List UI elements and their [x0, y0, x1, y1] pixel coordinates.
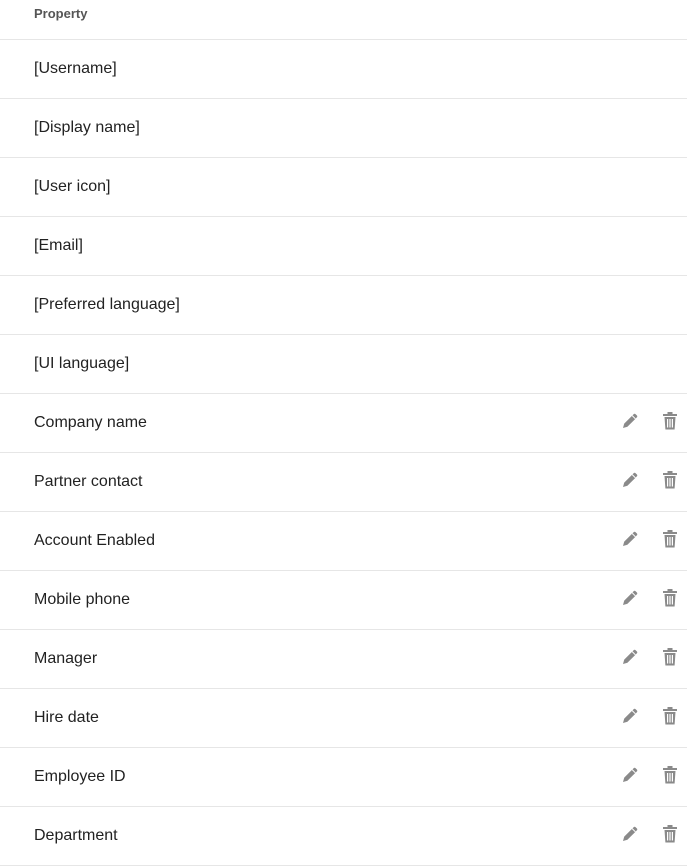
- row-actions: [617, 748, 687, 806]
- pencil-icon: [620, 765, 640, 790]
- delete-button[interactable]: [657, 823, 683, 849]
- table-row: [Display name]: [0, 99, 687, 158]
- pencil-icon: [620, 411, 640, 436]
- property-label: [User icon]: [34, 178, 111, 195]
- trash-icon: [661, 588, 679, 613]
- property-label: [Email]: [34, 237, 83, 254]
- table-row: [Preferred language]: [0, 276, 687, 335]
- table-row: Partner contact: [0, 453, 687, 512]
- table-row: Account Enabled: [0, 512, 687, 571]
- pencil-icon: [620, 588, 640, 613]
- table-row: Manager: [0, 630, 687, 689]
- property-table: Property [Username] [Display name] [User i…: [0, 0, 687, 866]
- property-column-header: Property: [34, 6, 88, 21]
- row-actions: [617, 512, 687, 570]
- pencil-icon: [620, 706, 640, 731]
- delete-button[interactable]: [657, 646, 683, 672]
- table-row: [Username]: [0, 40, 687, 99]
- property-list: [Username] [Display name] [User icon] [Emai…: [0, 40, 687, 866]
- property-label: Partner contact: [34, 473, 143, 490]
- edit-button[interactable]: [617, 764, 643, 790]
- trash-icon: [661, 470, 679, 495]
- property-label: [Username]: [34, 60, 117, 77]
- row-actions: [617, 571, 687, 629]
- property-label: Company name: [34, 414, 147, 431]
- trash-icon: [661, 647, 679, 672]
- property-label: [Preferred language]: [34, 296, 180, 313]
- edit-button[interactable]: [617, 410, 643, 436]
- table-row: [UI language]: [0, 335, 687, 394]
- property-label: Hire date: [34, 709, 99, 726]
- property-label: Employee ID: [34, 768, 126, 785]
- edit-button[interactable]: [617, 528, 643, 554]
- edit-button[interactable]: [617, 823, 643, 849]
- edit-button[interactable]: [617, 469, 643, 495]
- table-row: Employee ID: [0, 748, 687, 807]
- table-row: [Email]: [0, 217, 687, 276]
- table-row: Company name: [0, 394, 687, 453]
- trash-icon: [661, 529, 679, 554]
- pencil-icon: [620, 824, 640, 849]
- edit-button[interactable]: [617, 705, 643, 731]
- property-label: Mobile phone: [34, 591, 131, 608]
- property-label: [UI language]: [34, 355, 130, 372]
- pencil-icon: [620, 647, 640, 672]
- property-label: [Display name]: [34, 119, 140, 136]
- table-header: Property: [0, 0, 687, 40]
- delete-button[interactable]: [657, 705, 683, 731]
- table-row: Hire date: [0, 689, 687, 748]
- delete-button[interactable]: [657, 764, 683, 790]
- property-label: Manager: [34, 650, 98, 667]
- table-row: Department: [0, 807, 687, 866]
- edit-button[interactable]: [617, 587, 643, 613]
- property-label: Department: [34, 827, 118, 844]
- row-actions: [617, 453, 687, 511]
- property-label: Account Enabled: [34, 532, 155, 549]
- delete-button[interactable]: [657, 469, 683, 495]
- edit-button[interactable]: [617, 646, 643, 672]
- table-row: [User icon]: [0, 158, 687, 217]
- delete-button[interactable]: [657, 587, 683, 613]
- row-actions: [617, 394, 687, 452]
- row-actions: [617, 630, 687, 688]
- row-actions: [617, 689, 687, 747]
- delete-button[interactable]: [657, 410, 683, 436]
- pencil-icon: [620, 470, 640, 495]
- trash-icon: [661, 411, 679, 436]
- delete-button[interactable]: [657, 528, 683, 554]
- trash-icon: [661, 824, 679, 849]
- trash-icon: [661, 765, 679, 790]
- pencil-icon: [620, 529, 640, 554]
- row-actions: [617, 807, 687, 865]
- trash-icon: [661, 706, 679, 731]
- table-row: Mobile phone: [0, 571, 687, 630]
